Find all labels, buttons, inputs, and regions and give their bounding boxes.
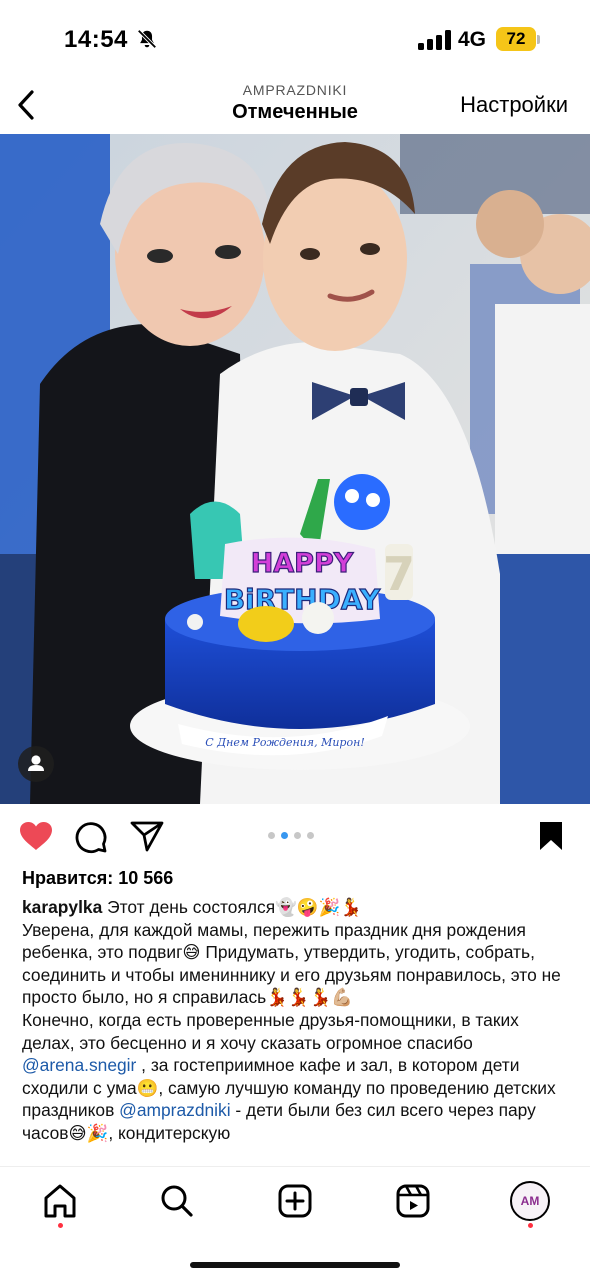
caption-username[interactable]: karapylka bbox=[22, 897, 102, 917]
settings-link[interactable]: Настройки bbox=[460, 92, 568, 118]
carousel-dot-active bbox=[281, 832, 288, 839]
post-photo[interactable]: С Днем Рождения, Мирон! 7 HAPPY BiRTHDAY bbox=[0, 134, 590, 804]
create-post-icon[interactable] bbox=[275, 1181, 315, 1221]
search-icon[interactable] bbox=[157, 1181, 197, 1221]
bell-muted-icon bbox=[137, 29, 157, 49]
mention-link[interactable]: @amprazdniki bbox=[119, 1100, 230, 1120]
post-actions bbox=[0, 804, 590, 868]
caption-first-line: karapylka Этот день состоялся👻🤪🎉💃 bbox=[22, 896, 574, 919]
battery-indicator: 72 bbox=[496, 27, 536, 51]
caption-paragraph: Конечно, когда есть проверенные друзья-п… bbox=[22, 1009, 574, 1145]
network-type: 4G bbox=[458, 28, 487, 51]
comment-icon[interactable] bbox=[74, 820, 108, 854]
share-send-icon[interactable] bbox=[130, 820, 164, 852]
reels-icon[interactable] bbox=[393, 1181, 433, 1221]
post-caption: karapylka Этот день состоялся👻🤪🎉💃 Уверен… bbox=[22, 896, 574, 1164]
status-bar: 14:54 4G 72 bbox=[0, 0, 590, 80]
cellular-signal-icon bbox=[418, 30, 451, 50]
post-image: С Днем Рождения, Мирон! 7 HAPPY BiRTHDAY bbox=[0, 134, 590, 804]
header: AMPRAZDNIKI Отмеченные Настройки bbox=[0, 80, 590, 134]
home-notification-dot bbox=[58, 1223, 63, 1228]
profile-avatar-initials: AM bbox=[520, 1194, 540, 1208]
profile-notification-dot bbox=[528, 1223, 533, 1228]
mention-link[interactable]: @arena.snegir bbox=[22, 1055, 136, 1075]
battery-nub bbox=[537, 35, 540, 44]
likes-count[interactable]: Нравится: 10 566 bbox=[22, 868, 173, 889]
carousel-dot bbox=[307, 832, 314, 839]
person-icon bbox=[28, 755, 44, 771]
tagged-people-button[interactable] bbox=[18, 746, 54, 782]
caption-paragraph: Уверена, для каждой мамы, пережить празд… bbox=[22, 919, 561, 1008]
bookmark-saved-icon[interactable] bbox=[538, 820, 564, 852]
home-indicator bbox=[190, 1262, 400, 1268]
cake-topper-happy: HAPPY bbox=[251, 548, 354, 579]
caption-text: Конечно, когда есть проверенные друзья-п… bbox=[22, 1009, 519, 1053]
like-heart-icon[interactable] bbox=[18, 820, 54, 852]
carousel-indicator bbox=[268, 832, 314, 839]
carousel-dot bbox=[268, 832, 275, 839]
cake-ribbon-text: С Днем Рождения, Мирон! bbox=[205, 736, 365, 749]
cake-number-topper: 7 bbox=[383, 547, 415, 601]
status-time: 14:54 bbox=[64, 26, 128, 53]
home-icon[interactable] bbox=[40, 1181, 80, 1221]
profile-avatar-tab[interactable]: AM bbox=[510, 1181, 550, 1221]
caption-text: Этот день состоялся👻🤪🎉💃 bbox=[102, 897, 362, 917]
carousel-dot bbox=[294, 832, 301, 839]
